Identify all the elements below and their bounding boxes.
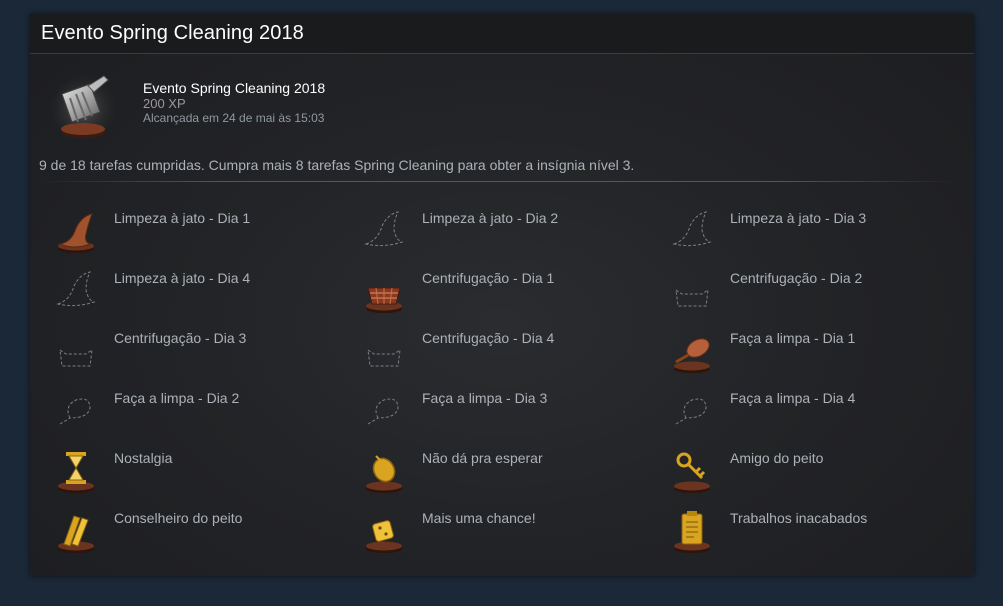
basket-icon	[52, 326, 100, 374]
task-label: Limpeza à jato - Dia 4	[114, 270, 251, 286]
task-item: Faça a limpa - Dia 4	[658, 384, 958, 440]
badge-info: Evento Spring Cleaning 2018 200 XP Alcan…	[143, 80, 325, 126]
hat-icon	[360, 206, 408, 254]
panel-header: Evento Spring Cleaning 2018	[30, 14, 974, 54]
feather-duster-icon	[52, 386, 100, 434]
hat-icon	[52, 266, 100, 314]
task-label: Centrifugação - Dia 2	[730, 270, 863, 286]
feather-duster-icon	[360, 386, 408, 434]
dice-icon	[360, 506, 408, 554]
task-item: Faça a limpa - Dia 1	[658, 324, 958, 380]
task-item: Amigo do peito	[658, 444, 958, 500]
task-label: Limpeza à jato - Dia 1	[114, 210, 251, 226]
task-label: Faça a limpa - Dia 2	[114, 390, 240, 406]
feather-duster-icon	[668, 326, 716, 374]
task-item: Limpeza à jato - Dia 1	[42, 204, 342, 260]
divider	[39, 181, 959, 182]
task-label: Faça a limpa - Dia 4	[730, 390, 856, 406]
task-item: Limpeza à jato - Dia 3	[658, 204, 958, 260]
badge-unlock-date: Alcançada em 24 de mai às 15:03	[143, 111, 325, 125]
basket-icon	[360, 266, 408, 314]
task-label: Amigo do peito	[730, 450, 824, 466]
task-label: Centrifugação - Dia 1	[422, 270, 555, 286]
task-item: Trabalhos inacabados	[658, 504, 958, 560]
pocket-watch-icon	[360, 446, 408, 494]
badge-panel: Evento Spring Cleaning 2018 Evento Sprin…	[30, 14, 974, 576]
dustpan-broom-icon	[48, 72, 118, 144]
task-label: Não dá pra esperar	[422, 450, 543, 466]
progress-text: 9 de 18 tarefas cumpridas. Cumpra mais 8…	[39, 157, 635, 173]
task-label: Mais uma chance!	[422, 510, 536, 526]
task-label: Limpeza à jato - Dia 2	[422, 210, 559, 226]
task-item: Faça a limpa - Dia 3	[350, 384, 650, 440]
hat-icon	[52, 206, 100, 254]
task-item: Nostalgia	[42, 444, 342, 500]
task-item: Faça a limpa - Dia 2	[42, 384, 342, 440]
hourglass-icon	[52, 446, 100, 494]
basket-icon	[360, 326, 408, 374]
task-label: Centrifugação - Dia 3	[114, 330, 247, 346]
task-label: Centrifugação - Dia 4	[422, 330, 555, 346]
task-item: Limpeza à jato - Dia 2	[350, 204, 650, 260]
clipboard-icon	[668, 506, 716, 554]
task-item: Limpeza à jato - Dia 4	[42, 264, 342, 320]
task-label: Conselheiro do peito	[114, 510, 243, 526]
basket-icon	[668, 266, 716, 314]
gold-bars-icon	[52, 506, 100, 554]
key-icon	[668, 446, 716, 494]
badge-summary: Evento Spring Cleaning 2018 200 XP Alcan…	[42, 72, 962, 162]
task-label: Trabalhos inacabados	[730, 510, 868, 526]
task-item: Não dá pra esperar	[350, 444, 650, 500]
task-label: Faça a limpa - Dia 1	[730, 330, 856, 346]
task-label: Faça a limpa - Dia 3	[422, 390, 548, 406]
feather-duster-icon	[668, 386, 716, 434]
task-item: Centrifugação - Dia 3	[42, 324, 342, 380]
task-item: Centrifugação - Dia 2	[658, 264, 958, 320]
task-item: Centrifugação - Dia 1	[350, 264, 650, 320]
badge-xp: 200 XP	[143, 96, 186, 111]
task-item: Centrifugação - Dia 4	[350, 324, 650, 380]
task-label: Nostalgia	[114, 450, 173, 466]
page-title: Evento Spring Cleaning 2018	[41, 22, 304, 44]
task-item: Conselheiro do peito	[42, 504, 342, 560]
task-label: Limpeza à jato - Dia 3	[730, 210, 867, 226]
task-item: Mais uma chance!	[350, 504, 650, 560]
hat-icon	[668, 206, 716, 254]
badge-name: Evento Spring Cleaning 2018	[143, 80, 326, 96]
